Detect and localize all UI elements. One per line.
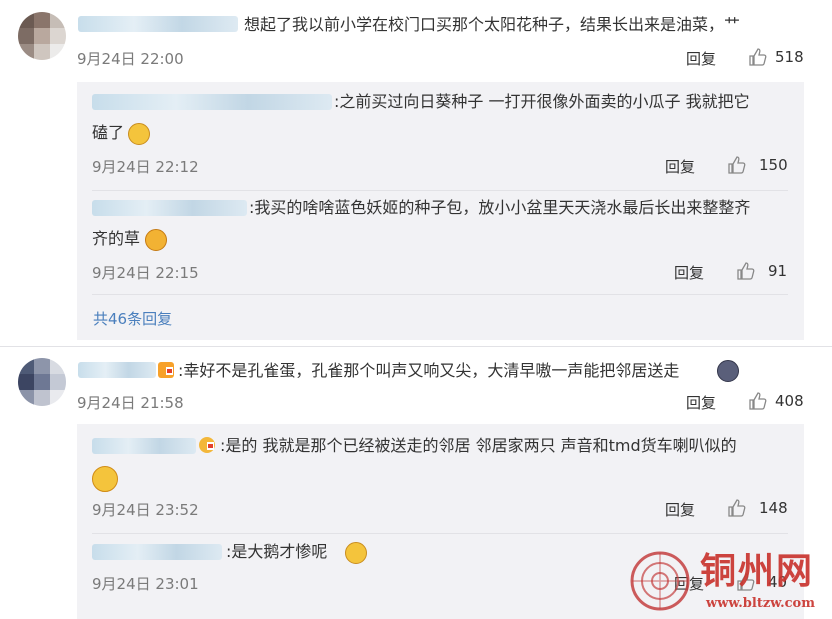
reply-username-blurred[interactable] [92,544,222,560]
embarrassed-emoji-icon [92,466,118,492]
reply-username-blurred[interactable] [92,438,196,454]
thumbs-up-icon[interactable] [748,391,768,411]
username-blurred[interactable] [78,16,238,32]
watermark-url: www.bltzw.com [706,596,815,611]
watermark-logo-icon [630,551,690,611]
reply-text: :之前买过向日葵种子 一打开很像外面卖的小瓜子 我就把它 [334,92,750,111]
thumbs-up-icon[interactable] [727,155,747,175]
reply-time: 9月24日 23:01 [92,575,199,593]
like-count: 148 [759,499,788,517]
reply-button[interactable]: 回复 [686,392,716,413]
like-count: 408 [775,392,804,410]
angry-emoji-icon [145,229,167,251]
reply-username-blurred[interactable] [92,200,247,216]
thumbs-up-icon[interactable] [727,498,747,518]
divider [92,294,788,295]
like-count: 91 [768,262,788,280]
avatar[interactable] [18,12,66,60]
like-count: 518 [775,48,804,66]
reply-button[interactable]: 回复 [665,156,695,177]
reply-button[interactable]: 回复 [665,499,695,520]
divider [92,190,788,191]
comment-time: 9月24日 22:00 [77,50,184,68]
vip-badge-icon [158,362,174,378]
reply-time: 9月24日 22:12 [92,158,199,176]
reply-text: :是的 我就是那个已经被送走的邻居 邻居家两只 声音和tmd货车喇叭似的 [220,436,737,455]
divider [0,346,832,347]
avatar[interactable] [18,358,66,406]
comment-text: 想起了我以前小学在校门口买那个太阳花种子，结果长出来是油菜，艹 [244,15,741,34]
reply-time: 9月24日 22:15 [92,264,199,282]
comment-time: 9月24日 21:58 [77,394,184,412]
doge-emoji-icon [128,123,150,145]
reply-button[interactable]: 回复 [686,48,716,69]
comment-text: :幸好不是孔雀蛋，孔雀那个叫声又响又尖，大清早嗷一声能把邻居送走 [178,361,680,380]
reply-text-line2: 磕了 [92,123,125,142]
reply-text: :我买的啥啥蓝色妖姬的种子包，放小小盆里天天浇水最后长出来整整齐 [249,198,751,217]
reply-text: :是大鹅才惨呢 [226,542,328,561]
divider [92,533,788,534]
laughing-crying-emoji-icon [345,542,367,564]
reply-time: 9月24日 23:52 [92,501,199,519]
username-blurred[interactable] [78,362,156,378]
like-count: 150 [759,156,788,174]
watermark-name: 铜州网 [700,550,815,592]
reply-username-blurred[interactable] [92,94,332,110]
reply-text-line2: 齐的草 [92,229,141,248]
scream-emoji-icon [717,360,739,382]
more-replies-link[interactable]: 共46条回复 [93,308,172,329]
vip-badge-icon [199,437,215,453]
thumbs-up-icon[interactable] [748,47,768,67]
reply-button[interactable]: 回复 [674,262,704,283]
thumbs-up-icon[interactable] [736,261,756,281]
